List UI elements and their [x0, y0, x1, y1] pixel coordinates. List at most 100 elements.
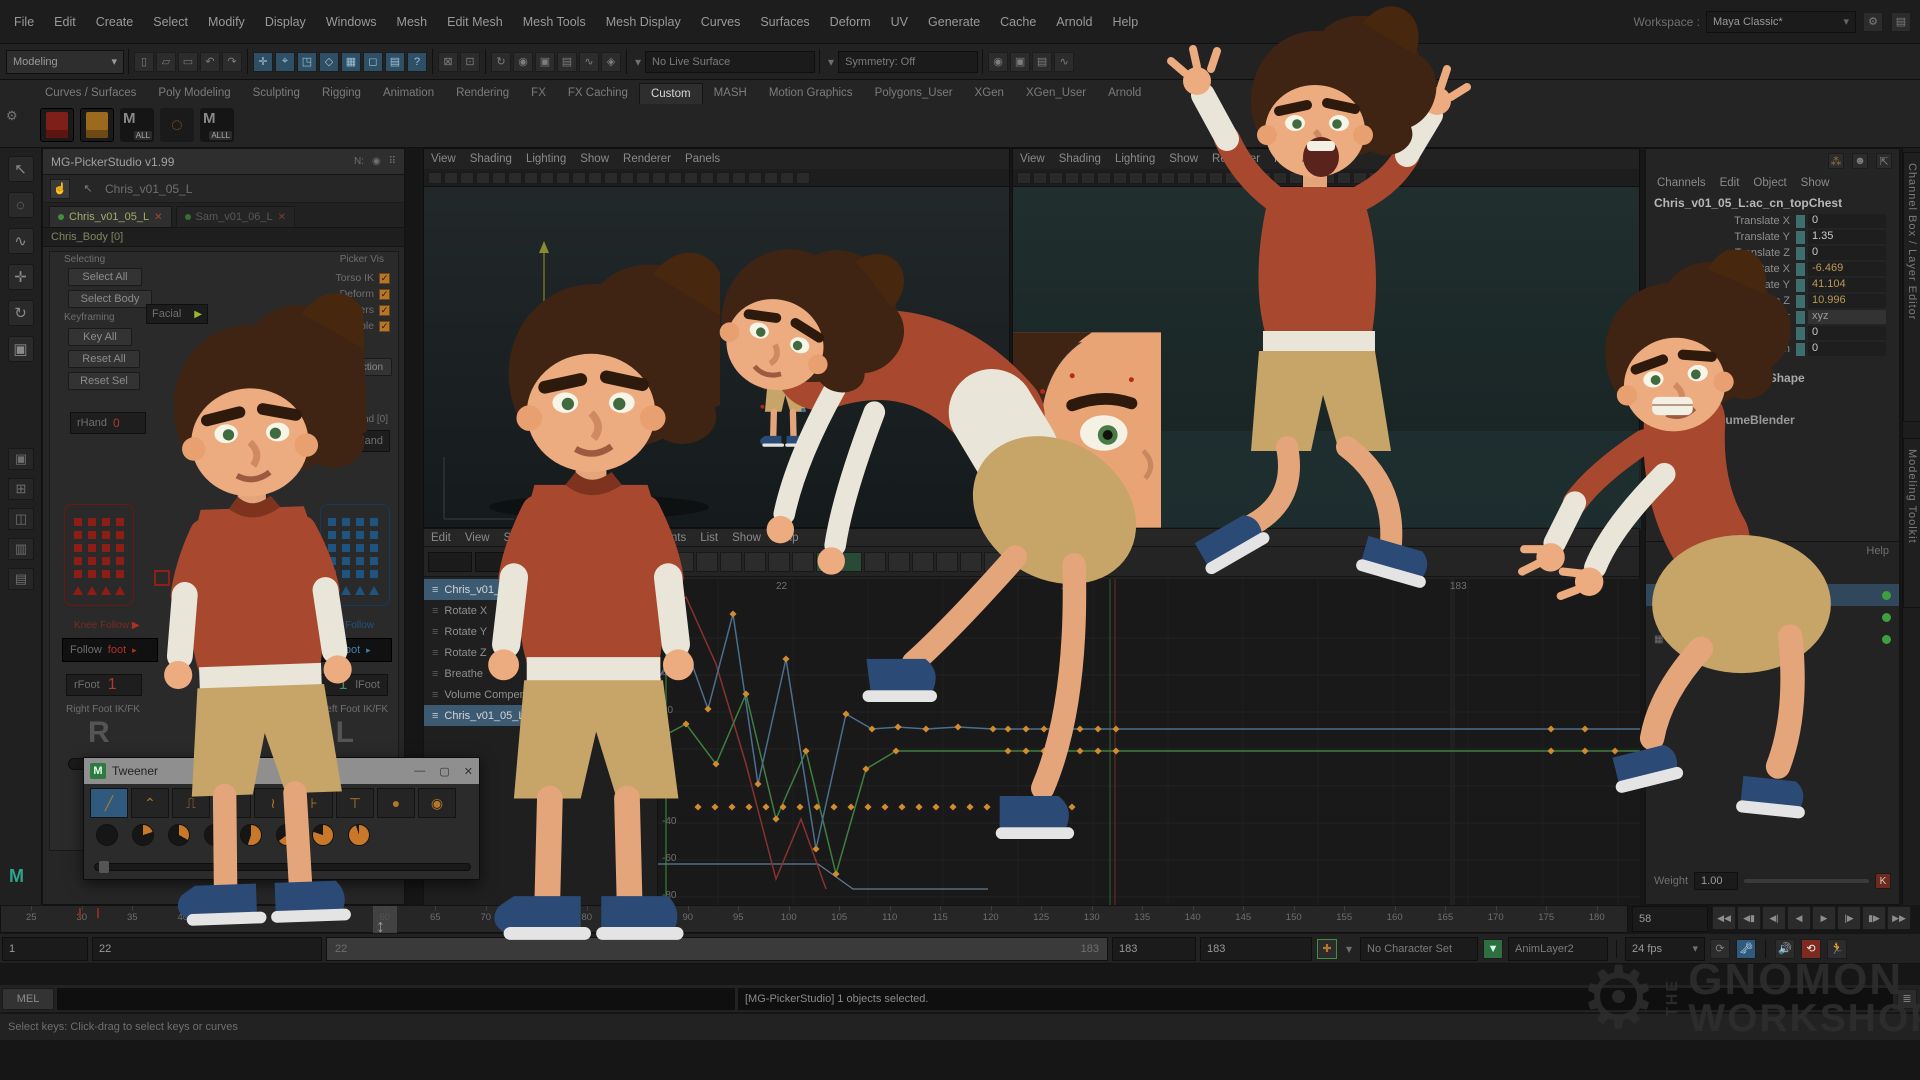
viewport-toolbar-icon[interactable]	[604, 172, 618, 184]
maya-modeling-toolkit-icon[interactable]: M	[9, 866, 24, 887]
play-backwards-button[interactable]: ◀	[1787, 906, 1811, 930]
graph-menu-show[interactable]: Show	[725, 532, 768, 544]
viewport-toolbar-icon[interactable]	[1289, 172, 1303, 184]
namespace-icon[interactable]: N:	[354, 156, 364, 167]
paint-select-tool-icon[interactable]: ∿	[8, 228, 34, 254]
viewport-menu-lighting[interactable]: Lighting	[1108, 153, 1162, 165]
character-icon[interactable]: ☻	[1852, 153, 1868, 169]
viewport-toolbar-icon[interactable]	[508, 172, 522, 184]
current-frame-field[interactable]: 58	[1632, 906, 1708, 932]
viewport-toolbar-icon[interactable]	[1337, 172, 1351, 184]
layer-active-dot[interactable]	[1882, 613, 1891, 622]
graph-stat-x-field[interactable]	[428, 552, 472, 572]
shelf-tab-polygons-user[interactable]: Polygons_User	[864, 83, 964, 103]
select-object-icon[interactable]: ⌖	[275, 52, 295, 72]
checkbox-deform[interactable]: ✓	[379, 289, 390, 300]
selected-node-name[interactable]: Chris_v01_05_L:ac_cn_topChest	[1646, 193, 1899, 213]
ease-amount-icon-7[interactable]	[348, 824, 370, 846]
viewport-right[interactable]: ViewShadingLightingShowRendererPanels pe…	[1012, 148, 1640, 528]
paint-effects-icon[interactable]: ∿	[579, 52, 599, 72]
follow-foot-left-button[interactable]: Follow foot ▸	[296, 638, 392, 662]
lfoot-field[interactable]: 1 lFoot	[302, 674, 388, 696]
undo-icon[interactable]: ↶	[200, 52, 220, 72]
menu-uv[interactable]: UV	[881, 15, 918, 29]
viewport-toolbar-icon[interactable]	[460, 172, 474, 184]
hypershade-icon[interactable]: ◈	[601, 52, 621, 72]
menu-modify[interactable]: Modify	[198, 15, 255, 29]
render-icon[interactable]: ◉	[513, 52, 533, 72]
checkbox-torso-ik[interactable]: ✓	[379, 273, 390, 284]
viewport-toolbar-icon[interactable]	[1065, 172, 1079, 184]
viewport-toolbar-icon[interactable]	[636, 172, 650, 184]
channel-attr-value[interactable]: 10.996	[1808, 294, 1886, 308]
channelbox-menu-show[interactable]: Show	[1794, 177, 1837, 189]
new-scene-icon[interactable]: ▯	[134, 52, 154, 72]
menu-mesh-tools[interactable]: Mesh Tools	[513, 15, 596, 29]
shelf-tab-xgen-user[interactable]: XGen_User	[1015, 83, 1097, 103]
graph-toolbar-icon[interactable]	[768, 552, 790, 572]
ease-amount-icon-1[interactable]	[132, 824, 154, 846]
mel-input[interactable]	[57, 988, 735, 1010]
graph-toolbar-icon[interactable]	[816, 552, 838, 572]
lasso-shelf-icon[interactable]: ◌	[160, 108, 194, 142]
live-surface-field[interactable]: No Live Surface	[645, 51, 815, 73]
shelf-tab-arnold[interactable]: Arnold	[1097, 83, 1152, 103]
select-all-button[interactable]: Select All	[68, 268, 142, 286]
hammer-icon[interactable]: ⊤	[336, 788, 374, 818]
ease-amount-icon-0[interactable]	[96, 824, 118, 846]
channel-attr-value[interactable]: 41.104	[1808, 278, 1886, 292]
picker-tab-chris[interactable]: Chris_v01_05_L ✕	[49, 206, 172, 227]
pick-cursor-icon[interactable]: ☝	[50, 179, 70, 199]
menu-windows[interactable]: Windows	[316, 15, 387, 29]
graph-toolbar-icon[interactable]	[744, 552, 766, 572]
menu-select[interactable]: Select	[143, 15, 198, 29]
channel-attr-value[interactable]: 0	[1808, 246, 1886, 260]
viewport-toolbar-icon[interactable]	[1129, 172, 1143, 184]
menu-surfaces[interactable]: Surfaces	[750, 15, 819, 29]
tweener-slider[interactable]	[94, 863, 471, 871]
channelbox-menu-channels[interactable]: Channels	[1650, 177, 1713, 189]
channel-slider-bar[interactable]	[1796, 311, 1805, 324]
viewport-menu-panels[interactable]: Panels	[678, 153, 727, 165]
timeline-drag-handle-icon[interactable]: ↕	[376, 916, 385, 937]
ease-amount-icon-4[interactable]	[240, 824, 262, 846]
menu-edit-mesh[interactable]: Edit Mesh	[437, 15, 513, 29]
lasso-tool-icon[interactable]: ◌	[8, 192, 34, 218]
viewport-toolbar-icon[interactable]	[652, 172, 666, 184]
play-forwards-button[interactable]: ▶	[1812, 906, 1836, 930]
graph-toolbar-icon[interactable]	[864, 552, 886, 572]
viewport-toolbar-icon[interactable]	[1385, 172, 1399, 184]
shelf-tab-sculpting[interactable]: Sculpting	[242, 83, 311, 103]
viewport-toolbar-icon[interactable]	[1193, 172, 1207, 184]
menu-set-selector[interactable]: Modeling▾	[6, 50, 124, 74]
close-icon[interactable]: ✕	[278, 212, 286, 223]
graph-toolbar-icon[interactable]	[720, 552, 742, 572]
graph-toolbar-icon[interactable]	[576, 552, 598, 572]
viewport-toolbar-icon[interactable]	[1177, 172, 1191, 184]
menu-mesh[interactable]: Mesh	[387, 15, 438, 29]
left-wrist-box[interactable]	[282, 570, 298, 586]
viewport-toolbar-icon[interactable]	[1017, 172, 1031, 184]
character-set-icon[interactable]: ✚	[1317, 939, 1337, 959]
layer-weight-field[interactable]: 1.00	[1694, 872, 1738, 890]
key-all-button[interactable]: Key All	[68, 328, 132, 346]
maximize-icon[interactable]: ▢	[439, 765, 449, 778]
viewport-toolbar-icon[interactable]	[1097, 172, 1111, 184]
menu-edit[interactable]: Edit	[44, 15, 86, 29]
graph-menu-view[interactable]: View	[458, 532, 497, 544]
viewport-menu-show[interactable]: Show	[1162, 153, 1205, 165]
time-slider[interactable]: 2530354045505560657075808590951001051101…	[0, 905, 1628, 933]
lhand-field[interactable]: 0 lHand	[304, 430, 390, 452]
viewport-toolbar-icon[interactable]	[716, 172, 730, 184]
more-options-icon[interactable]: ⠿	[389, 156, 396, 167]
history-node-name[interactable]: chest_volumeBlender	[1646, 387, 1899, 429]
shelf-tab-fx-caching[interactable]: FX Caching	[557, 83, 639, 103]
viewport-toolbar-icon[interactable]	[572, 172, 586, 184]
spike-tween-icon[interactable]: ⌃	[131, 788, 169, 818]
shelf-tab-motion-graphics[interactable]: Motion Graphics	[758, 83, 864, 103]
channel-slider-bar[interactable]	[1796, 279, 1805, 292]
snap-plane-icon[interactable]: ▤	[385, 52, 405, 72]
select-all-shelf-icon[interactable]: M ALL	[120, 108, 154, 142]
viewport-toolbar-icon[interactable]	[1145, 172, 1159, 184]
viewport-menu-view[interactable]: View	[1013, 153, 1052, 165]
